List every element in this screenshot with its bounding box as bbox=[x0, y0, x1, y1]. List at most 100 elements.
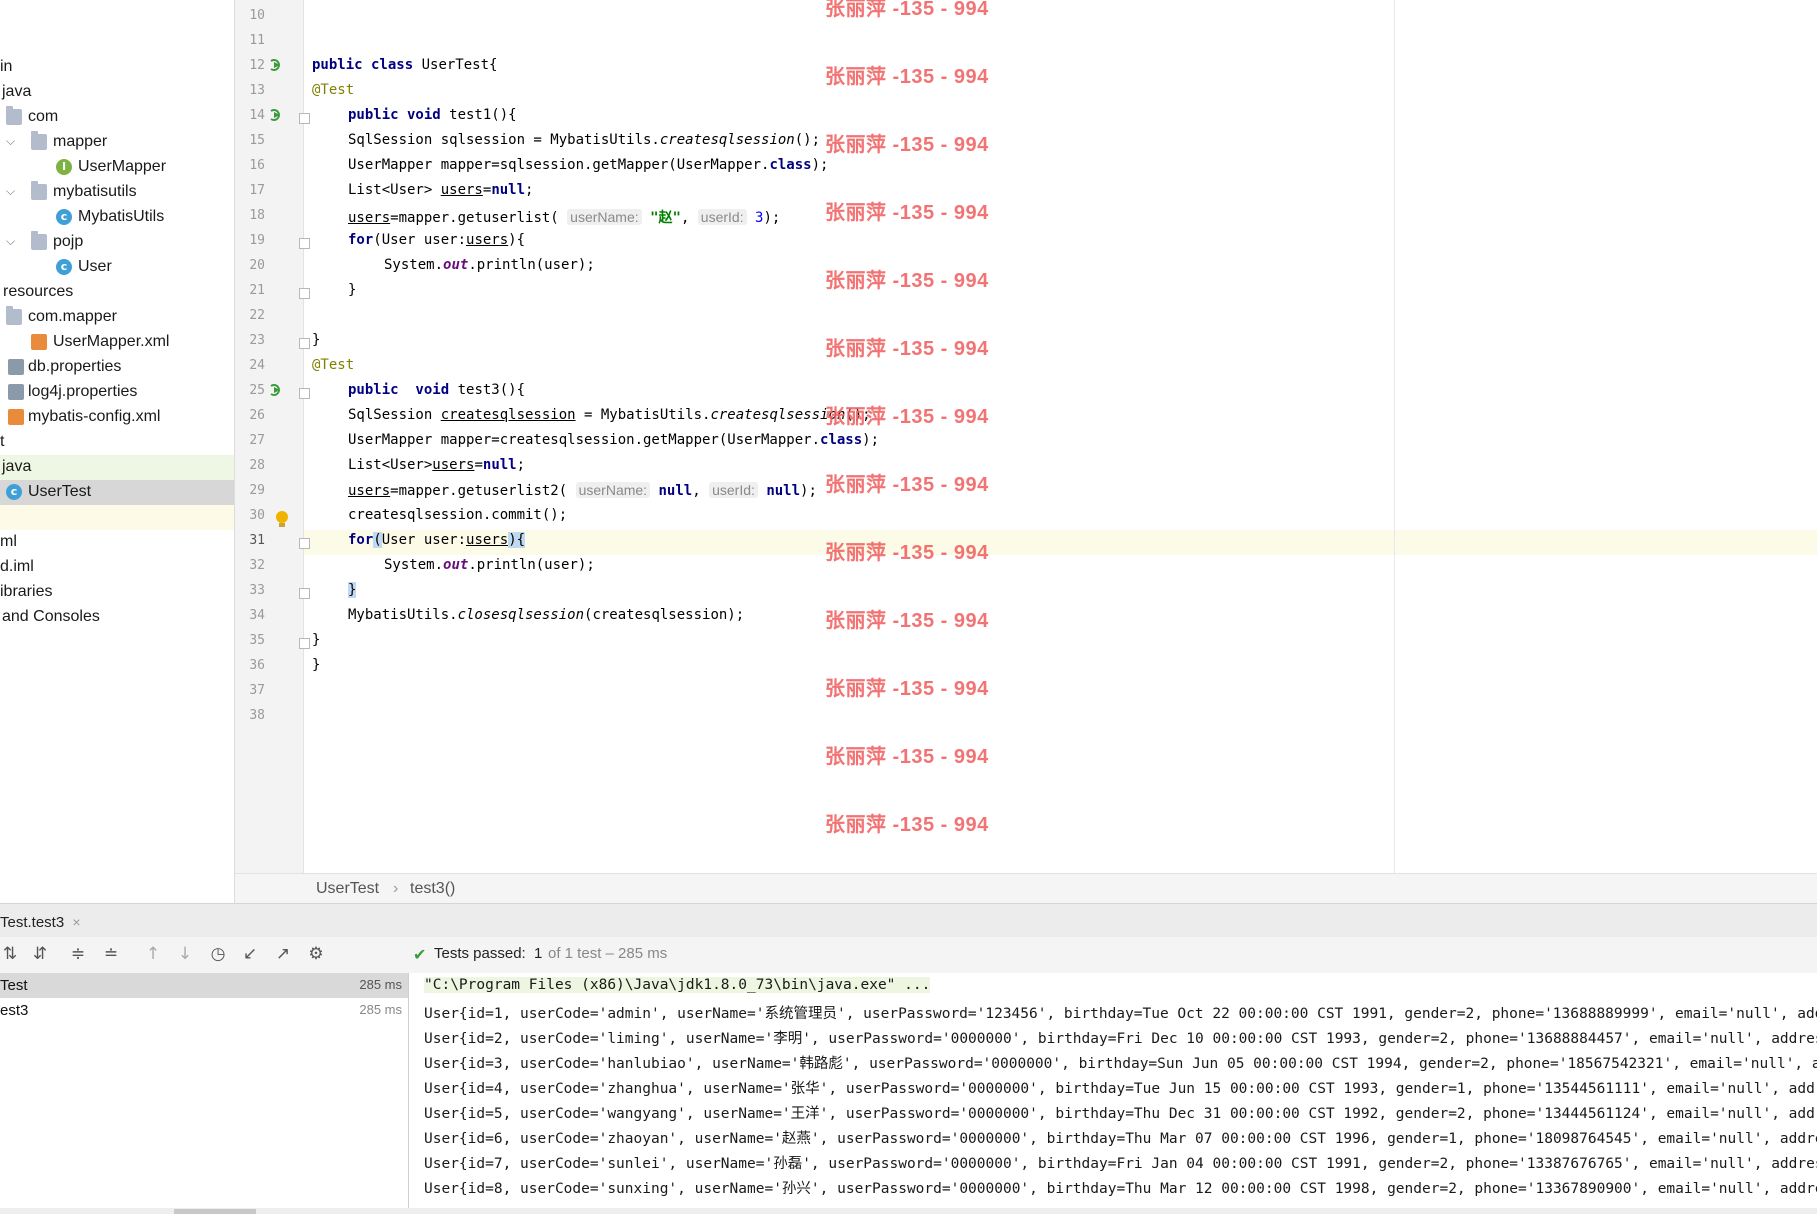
watermark-text: 张丽萍 -135 - 994 bbox=[825, 814, 989, 836]
run-test-icon[interactable] bbox=[269, 58, 283, 72]
run-tool-window-header: Test.test3 × bbox=[0, 903, 1817, 941]
test-time: 285 ms bbox=[359, 977, 402, 992]
breadcrumb: UserTest › test3() bbox=[235, 873, 1817, 904]
tree-item-label: resources bbox=[3, 283, 74, 300]
right-margin-guide bbox=[1394, 0, 1395, 873]
tree-item-com[interactable]: com bbox=[0, 105, 234, 130]
test-history-icon[interactable]: ◷ bbox=[208, 944, 228, 964]
tree-item-bin[interactable]: in bbox=[0, 55, 234, 80]
line-number: 37 bbox=[249, 683, 265, 698]
sort-by-duration-icon[interactable]: ⇵ bbox=[30, 944, 50, 964]
console-line: User{id=3, userCode='hanlubiao', userNam… bbox=[424, 1056, 1817, 1072]
code-line-35: } bbox=[312, 632, 321, 648]
xml-file-icon bbox=[8, 409, 24, 425]
next-failed-icon[interactable]: ↓ bbox=[175, 944, 195, 964]
code-line-30: createsqlsession.commit(); bbox=[348, 507, 568, 523]
run-toolbar: ⇅ ⇵ ≑ ≐ ↑ ↓ ◷ ↙ ↗ ⚙ ✔ Tests passed: 1 of… bbox=[0, 937, 1817, 974]
breadcrumb-method[interactable]: test3() bbox=[410, 880, 455, 898]
horizontal-scrollbar[interactable] bbox=[0, 1208, 1817, 1214]
sort-alphabetically-icon[interactable]: ⇅ bbox=[0, 944, 20, 964]
tree-item-pojp[interactable]: ⌵ pojp bbox=[0, 230, 234, 255]
tree-item-mapper[interactable]: ⌵ mapper bbox=[0, 130, 234, 155]
export-tests-icon[interactable]: ↗ bbox=[273, 944, 293, 964]
tree-item-label: java bbox=[2, 458, 32, 475]
console-output[interactable]: "C:\Program Files (x86)\Java\jdk1.8.0_73… bbox=[409, 973, 1817, 1214]
tree-item-usertest[interactable]: c UserTest bbox=[0, 480, 234, 505]
run-tab-label: Test.test3 bbox=[0, 914, 65, 931]
watermark-text: 张丽萍 -135 - 994 bbox=[825, 678, 989, 700]
tree-item-label: UserMapper bbox=[78, 158, 167, 175]
tree-item-log4j-properties[interactable]: log4j.properties bbox=[0, 380, 234, 405]
tree-item-label: and Consoles bbox=[2, 608, 100, 625]
folder-icon bbox=[6, 306, 22, 325]
line-number: 21 bbox=[249, 283, 265, 298]
fold-marker-icon[interactable] bbox=[299, 113, 310, 124]
folder-icon bbox=[6, 106, 22, 125]
line-number: 23 bbox=[249, 333, 265, 348]
tree-item-xml[interactable]: ml bbox=[0, 530, 234, 555]
xml-file-icon bbox=[31, 334, 47, 350]
chevron-down-icon[interactable]: ⌵ bbox=[6, 184, 18, 198]
code-line-19: for(User user:users){ bbox=[348, 232, 526, 248]
tree-item-blank bbox=[0, 505, 234, 530]
chevron-down-icon[interactable]: ⌵ bbox=[6, 234, 18, 248]
run-test-icon[interactable] bbox=[269, 383, 283, 397]
previous-failed-icon[interactable]: ↑ bbox=[143, 944, 163, 964]
fold-marker-icon[interactable] bbox=[299, 338, 310, 349]
code-editor[interactable]: 10 11 12 13 14 15 16 17 18 19 20 21 22 2… bbox=[235, 0, 1817, 873]
tree-item-mybatis-config[interactable]: mybatis-config.xml bbox=[0, 405, 234, 430]
test-status-count: 1 bbox=[534, 945, 543, 962]
line-number: 28 bbox=[249, 458, 265, 473]
tree-item-label: mapper bbox=[53, 133, 108, 150]
test-status-detail: of 1 test – 285 ms bbox=[548, 945, 668, 962]
run-test-icon[interactable] bbox=[269, 108, 283, 122]
current-line-highlight bbox=[304, 530, 1817, 555]
chevron-down-icon[interactable]: ⌵ bbox=[6, 134, 18, 148]
tree-item-user[interactable]: c User bbox=[0, 255, 234, 280]
test-result-row[interactable]: est3 285 ms bbox=[0, 998, 408, 1023]
code-line-12: public class UserTest{ bbox=[312, 57, 498, 73]
tree-item-mybatisutils[interactable]: ⌵ mybatisutils bbox=[0, 180, 234, 205]
tree-item-iml[interactable]: d.iml bbox=[0, 555, 234, 580]
test-time: 285 ms bbox=[359, 1002, 402, 1017]
line-number: 20 bbox=[249, 258, 265, 273]
tree-item-label: d.iml bbox=[0, 558, 34, 575]
tree-item-db-properties[interactable]: db.properties bbox=[0, 355, 234, 380]
fold-marker-icon[interactable] bbox=[299, 538, 310, 549]
expand-all-icon[interactable]: ≑ bbox=[68, 944, 88, 964]
tree-item-scratches-consoles[interactable]: and Consoles bbox=[0, 605, 234, 630]
collapse-all-icon[interactable]: ≐ bbox=[101, 944, 121, 964]
tree-item-usermapper[interactable]: I UserMapper bbox=[0, 155, 234, 180]
tree-item-label: mybatis-config.xml bbox=[28, 408, 161, 425]
line-number: 14 bbox=[249, 108, 265, 123]
fold-marker-icon[interactable] bbox=[299, 238, 310, 249]
code-line-20: System.out.println(user); bbox=[384, 257, 595, 273]
fold-marker-icon[interactable] bbox=[299, 388, 310, 399]
fold-marker-icon[interactable] bbox=[299, 638, 310, 649]
tree-item-resources[interactable]: resources bbox=[0, 280, 234, 305]
fold-marker-icon[interactable] bbox=[299, 288, 310, 299]
lightbulb-icon[interactable] bbox=[275, 510, 289, 528]
tree-item-external-libraries[interactable]: ibraries bbox=[0, 580, 234, 605]
tree-item-java[interactable]: java bbox=[0, 80, 234, 105]
tree-item-label: MybatisUtils bbox=[78, 208, 165, 225]
tree-item-label: ml bbox=[0, 533, 17, 550]
tree-item-test-java[interactable]: java bbox=[0, 455, 234, 480]
breadcrumb-class[interactable]: UserTest bbox=[316, 880, 379, 898]
tree-item-mybatisutils-class[interactable]: c MybatisUtils bbox=[0, 205, 234, 230]
watermark-text: 张丽萍 -135 - 994 bbox=[825, 338, 989, 360]
horizontal-scrollbar-thumb[interactable] bbox=[174, 1209, 256, 1214]
tree-item-label: in bbox=[0, 58, 13, 75]
line-number: 13 bbox=[249, 83, 265, 98]
fold-marker-icon[interactable] bbox=[299, 588, 310, 599]
test-status-label: Tests passed: bbox=[434, 945, 526, 962]
line-number: 17 bbox=[249, 183, 265, 198]
gear-icon[interactable]: ⚙ bbox=[306, 944, 326, 964]
tree-item-test[interactable]: t bbox=[0, 430, 234, 455]
close-icon[interactable]: × bbox=[72, 914, 80, 930]
import-tests-icon[interactable]: ↙ bbox=[240, 944, 260, 964]
code-line-27: UserMapper mapper=createsqlsession.getMa… bbox=[348, 432, 880, 448]
test-result-row[interactable]: Test 285 ms bbox=[0, 973, 408, 998]
tree-item-com-mapper[interactable]: com.mapper bbox=[0, 305, 234, 330]
tree-item-usermapper-xml[interactable]: UserMapper.xml bbox=[0, 330, 234, 355]
